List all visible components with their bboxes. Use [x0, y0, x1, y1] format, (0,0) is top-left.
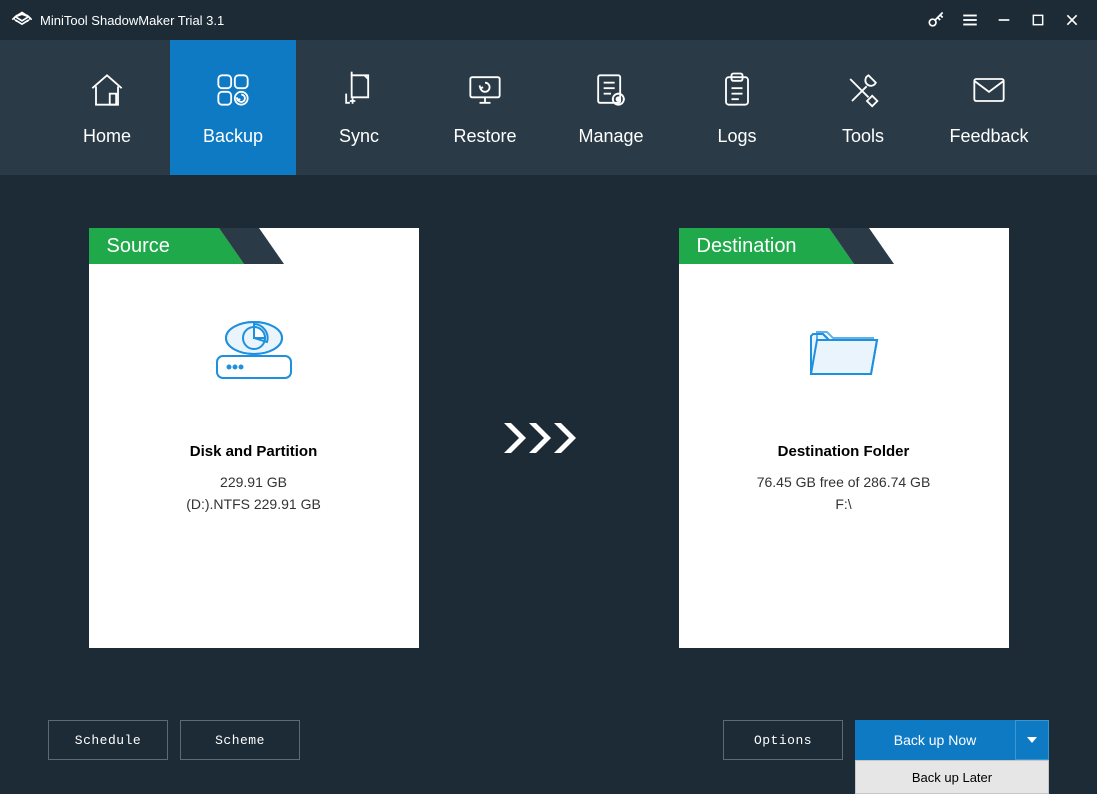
nav-label: Manage [578, 126, 643, 147]
key-icon[interactable] [919, 0, 953, 40]
backup-icon [211, 68, 255, 112]
source-header: Source [89, 228, 419, 264]
nav-feedback[interactable]: Feedback [926, 40, 1052, 175]
destination-title: Destination Folder [778, 443, 910, 460]
arrow-icon [499, 418, 599, 458]
feedback-icon [967, 68, 1011, 112]
close-button[interactable] [1055, 0, 1089, 40]
nav-label: Logs [717, 126, 756, 147]
nav-home[interactable]: Home [44, 40, 170, 175]
backup-later-item[interactable]: Back up Later [856, 761, 1048, 793]
source-card[interactable]: Source Disk and Partition 229.91 GB (D:)… [89, 228, 419, 648]
menu-icon[interactable] [953, 0, 987, 40]
nav-label: Tools [842, 126, 884, 147]
nav-restore[interactable]: Restore [422, 40, 548, 175]
nav-logs[interactable]: Logs [674, 40, 800, 175]
nav-label: Backup [203, 126, 263, 147]
nav-label: Feedback [949, 126, 1028, 147]
maximize-button[interactable] [1021, 0, 1055, 40]
app-title: MiniTool ShadowMaker Trial 3.1 [40, 13, 224, 28]
source-title: Disk and Partition [190, 443, 318, 460]
source-detail: (D:).NTFS 229.91 GB [186, 496, 321, 512]
app-logo-icon [12, 10, 32, 30]
sync-icon [337, 68, 381, 112]
tools-icon [841, 68, 885, 112]
destination-header: Destination [679, 228, 1009, 264]
backup-dropdown: Back up Later [855, 760, 1049, 794]
nav-label: Sync [339, 126, 379, 147]
destination-free: 76.45 GB free of 286.74 GB [757, 474, 931, 490]
scheme-button[interactable]: Scheme [180, 720, 300, 760]
folder-icon [799, 318, 889, 393]
main-nav: Home Backup Sync Restore [0, 40, 1097, 175]
nav-label: Restore [453, 126, 516, 147]
titlebar: MiniTool ShadowMaker Trial 3.1 [0, 0, 1097, 40]
source-size: 229.91 GB [220, 474, 287, 490]
disk-icon [209, 318, 299, 393]
home-icon [85, 68, 129, 112]
logs-icon [715, 68, 759, 112]
restore-icon [463, 68, 507, 112]
backup-dropdown-toggle[interactable] [1015, 720, 1049, 760]
nav-sync[interactable]: Sync [296, 40, 422, 175]
nav-manage[interactable]: Manage [548, 40, 674, 175]
destination-path: F:\ [835, 496, 851, 512]
bottom-bar: Schedule Scheme Options Back up Now Back… [0, 700, 1097, 790]
minimize-button[interactable] [987, 0, 1021, 40]
manage-icon [589, 68, 633, 112]
options-button[interactable]: Options [723, 720, 843, 760]
schedule-button[interactable]: Schedule [48, 720, 168, 760]
nav-backup[interactable]: Backup [170, 40, 296, 175]
backup-content: Source Disk and Partition 229.91 GB (D:)… [0, 175, 1097, 700]
destination-card[interactable]: Destination Destination Folder 76.45 GB … [679, 228, 1009, 648]
backup-now-button[interactable]: Back up Now [855, 720, 1015, 760]
nav-label: Home [83, 126, 131, 147]
nav-tools[interactable]: Tools [800, 40, 926, 175]
